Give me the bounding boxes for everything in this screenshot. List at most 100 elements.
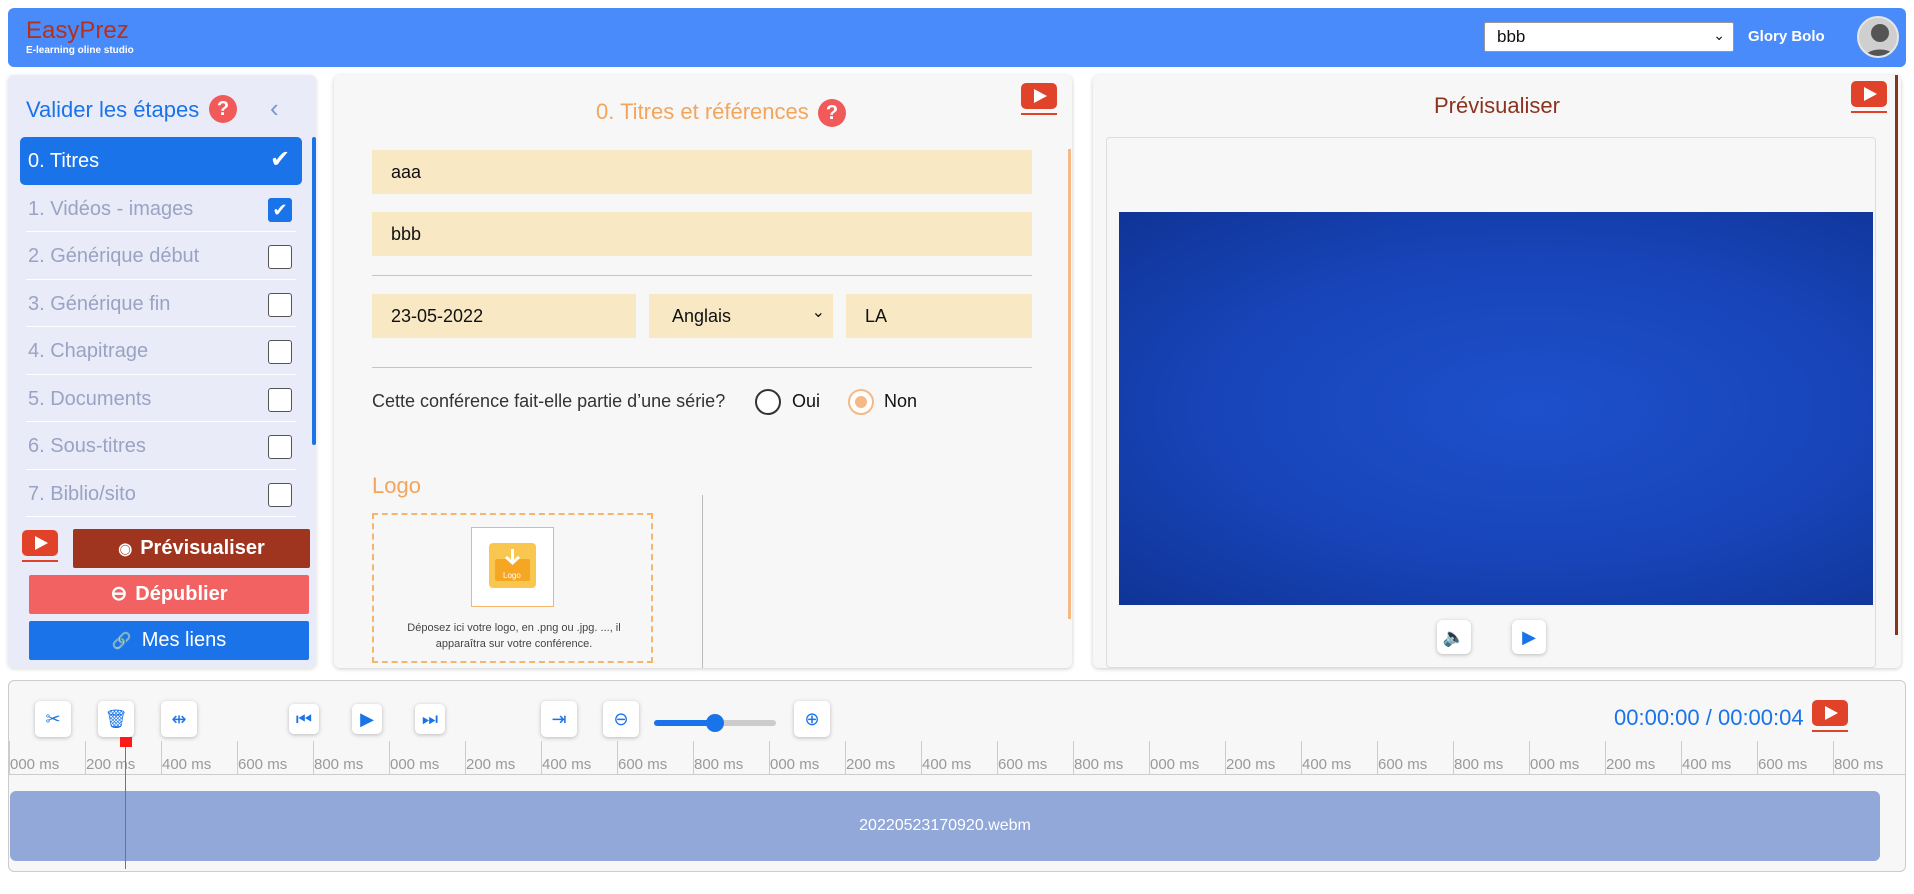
play-icon[interactable]: ▶ [352, 704, 382, 734]
playhead[interactable] [125, 741, 126, 869]
play-logo-icon [1851, 81, 1889, 115]
timeline-tick-label: 800 ms [694, 756, 744, 773]
date-field[interactable]: 23-05-2022 [372, 294, 636, 338]
top-bar: EasyPrez E-learning oline studio bbb ⌄ G… [8, 8, 1906, 67]
play-icon[interactable]: ▶ [1512, 620, 1546, 654]
step-item-generique-fin[interactable]: 3. Générique fin [26, 280, 296, 327]
help-icon[interactable]: ? [818, 99, 846, 127]
timeline-tick-label: 800 ms [1454, 756, 1504, 773]
radio-non-label: Non [884, 391, 918, 411]
clip-name: 20220523170920.webm [859, 817, 1031, 834]
steps-panel: Valider les étapes ? ‹ 0. Titres ✔ 1. Vi… [8, 75, 316, 668]
step-item-biblio[interactable]: 7. Biblio/sito [26, 470, 296, 517]
timeline-tick-label: 000 ms [1530, 756, 1580, 773]
timeline-tick-label: 200 ms [86, 756, 136, 773]
timeline-tick-label: 600 ms [1378, 756, 1428, 773]
timeline-tick-label: 400 ms [542, 756, 592, 773]
step-checkbox[interactable] [268, 387, 292, 412]
playhead-handle[interactable] [120, 737, 132, 747]
step-item-titres[interactable]: 0. Titres ✔ [20, 137, 302, 185]
form-scrollbar[interactable] [1068, 149, 1071, 619]
timeline-tick-label: 400 ms [922, 756, 972, 773]
timeline-tick: 200 ms [845, 741, 921, 775]
timeline-tick-label: 200 ms [1226, 756, 1276, 773]
eye-icon: ◉ [118, 541, 133, 558]
step-item-generique-debut[interactable]: 2. Générique début [26, 232, 296, 280]
step-item-documents[interactable]: 5. Documents [26, 375, 296, 422]
timeline-tick: 200 ms [1225, 741, 1301, 775]
language-select[interactable]: Anglais ⌄ [649, 294, 833, 338]
zoom-slider[interactable] [654, 714, 776, 732]
timeline-tick: 800 ms [1833, 741, 1909, 775]
timeline-tick: 000 ms [389, 741, 465, 775]
steps-scrollbar[interactable] [312, 137, 316, 445]
title-field[interactable]: aaa [372, 150, 1032, 194]
language-select-value: Anglais [672, 306, 732, 326]
timeline-tick-label: 800 ms [1074, 756, 1124, 773]
step-checkbox[interactable]: ✔ [268, 197, 292, 222]
timeline-tick-label: 400 ms [1302, 756, 1352, 773]
project-select[interactable]: bbb ⌄ [1484, 22, 1734, 52]
zoom-slider-handle[interactable] [706, 714, 724, 732]
form-title: 0. Titres et références [596, 99, 809, 124]
code-field[interactable]: LA [846, 294, 1032, 338]
skip-forward-icon[interactable]: ⏭ [415, 704, 445, 734]
timeline-tick: 600 ms [997, 741, 1073, 775]
title-field-value: aaa [391, 162, 422, 182]
unpublish-button[interactable]: ⊖ Dépublier [29, 575, 309, 614]
user-name[interactable]: Glory Bolo [1748, 28, 1825, 45]
subtitle-field-value: bbb [391, 224, 422, 244]
radio-oui[interactable] [755, 389, 781, 415]
step-checkbox[interactable] [268, 340, 292, 364]
timeline-tick: 400 ms [541, 741, 617, 775]
step-label: 5. Documents [28, 387, 152, 410]
video-player[interactable] [1119, 212, 1873, 605]
timeline-tick: 800 ms [313, 741, 389, 775]
volume-icon[interactable]: 🔈 [1437, 620, 1471, 654]
timeline-ruler[interactable]: 000 ms 200 ms 400 ms 600 ms 800 ms 000 ms 200 … [9, 741, 1905, 775]
preview-title: Prévisualiser [1434, 93, 1560, 118]
fit-width-icon[interactable]: ⇹ [161, 701, 197, 737]
step-checkbox[interactable] [268, 245, 292, 269]
step-checkbox[interactable] [268, 292, 292, 317]
timeline-tick: 200 ms [1605, 741, 1681, 775]
timeline-tick: 600 ms [237, 741, 313, 775]
preview-scrollbar[interactable] [1895, 75, 1898, 635]
collapse-icon[interactable]: ⇥ [541, 701, 577, 737]
timeline-tick: 400 ms [1301, 741, 1377, 775]
zoom-in-icon[interactable]: ⊕ [794, 701, 830, 737]
timeline-tick-label: 200 ms [466, 756, 516, 773]
zoom-out-icon[interactable]: ⊖ [603, 701, 639, 737]
step-item-sous-titres[interactable]: 6. Sous-titres [26, 422, 296, 470]
timeline-tick: 000 ms [1529, 741, 1605, 775]
step-label: 7. Biblio/sito [28, 482, 136, 505]
chevron-left-icon[interactable]: ‹ [270, 93, 279, 124]
cut-icon[interactable]: ✂ [35, 701, 71, 737]
timeline-clip[interactable]: 20220523170920.webm [10, 791, 1880, 861]
avatar[interactable] [1857, 16, 1899, 58]
logo-section-title: Logo [372, 473, 421, 498]
skip-back-icon[interactable]: ⏮ [289, 704, 319, 734]
my-links-button[interactable]: 🔗 Mes liens [29, 621, 309, 660]
trash-icon[interactable]: 🗑 [98, 701, 134, 737]
step-item-videos[interactable]: 1. Vidéos - images ✔ [26, 185, 296, 232]
brand-logo[interactable]: EasyPrez E-learning oline studio [26, 18, 134, 57]
logo-dropzone[interactable]: Logo Déposez ici votre logo, en .png ou … [372, 513, 653, 663]
project-select-value: bbb [1497, 27, 1526, 46]
step-checkbox[interactable] [268, 435, 292, 459]
help-icon[interactable]: ? [209, 95, 237, 123]
step-item-chapitrage[interactable]: 4. Chapitrage [26, 327, 296, 375]
timeline-tick: 400 ms [161, 741, 237, 775]
check-icon[interactable]: ✔ [270, 145, 294, 173]
zoom-slider-fill [654, 720, 714, 726]
preview-button[interactable]: ◉ Prévisualiser [73, 529, 310, 568]
timeline-tick: 800 ms [1453, 741, 1529, 775]
link-icon: 🔗 [111, 633, 132, 650]
divider [372, 367, 1032, 368]
step-checkbox[interactable] [268, 482, 292, 507]
subtitle-field[interactable]: bbb [372, 212, 1032, 256]
radio-non[interactable] [848, 389, 874, 415]
my-links-button-label: Mes liens [141, 629, 227, 651]
step-label: 4. Chapitrage [28, 340, 149, 362]
timeline-tick: 800 ms [693, 741, 769, 775]
